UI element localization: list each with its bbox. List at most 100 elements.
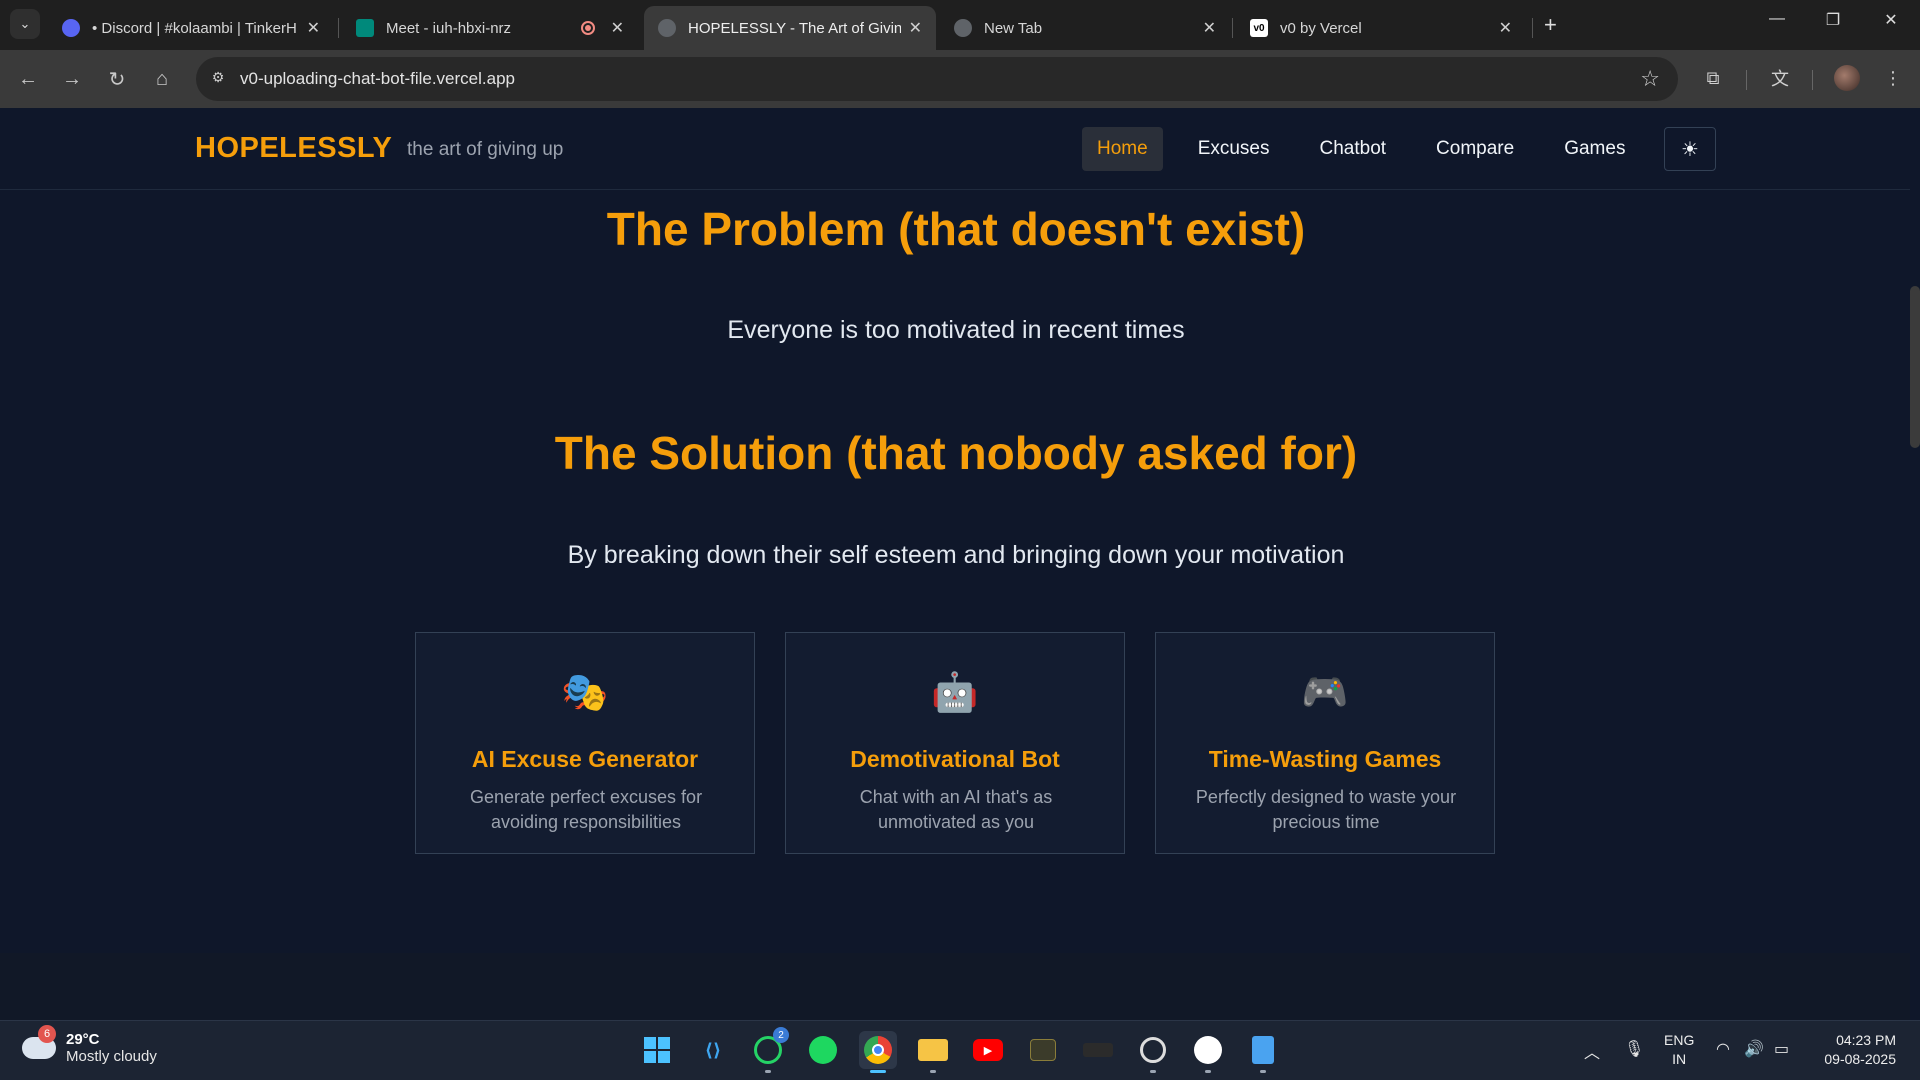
tab-meet[interactable]: Meet - iuh-hbxi-nrz ✕	[342, 6, 638, 50]
running-indicator	[870, 1070, 886, 1073]
language-indicator[interactable]: ENG IN	[1664, 1031, 1694, 1069]
site-header: HOPELESSLY the art of giving up Home Exc…	[0, 108, 1912, 190]
main-nav: Home Excuses Chatbot Compare Games	[1082, 127, 1660, 171]
toolbar-divider	[1746, 70, 1747, 90]
whatsapp-icon[interactable]: 2	[749, 1027, 789, 1073]
game-controller-icon: 🎮	[1301, 672, 1349, 714]
minimize-button[interactable]: —	[1762, 10, 1792, 28]
scrollbar-thumb[interactable]	[1910, 286, 1920, 448]
system-clock[interactable]: 04:23 PM 09-08-2025	[1812, 1031, 1896, 1069]
bookmark-star-icon[interactable]: ☆	[1640, 66, 1660, 92]
volume-icon[interactable]: 🔊	[1744, 1039, 1764, 1059]
extensions-icon[interactable]: ⧉	[1698, 63, 1728, 93]
github-icon[interactable]	[1189, 1031, 1227, 1073]
tab-v0[interactable]: v0 v0 by Vercel ✕	[1236, 6, 1526, 50]
address-bar[interactable]: ⚙ v0-uploading-chat-bot-file.vercel.app …	[196, 57, 1678, 101]
reload-button[interactable]: ↻	[103, 65, 131, 93]
region-code: IN	[1672, 1051, 1687, 1067]
tab-title: Meet - iuh-hbxi-nrz	[386, 19, 512, 37]
profile-avatar[interactable]	[1834, 65, 1860, 91]
clock-time: 04:23 PM	[1836, 1032, 1896, 1048]
close-tab-icon[interactable]: ✕	[1203, 18, 1216, 38]
restore-button[interactable]: ❐	[1818, 10, 1848, 30]
url-text[interactable]: v0-uploading-chat-bot-file.vercel.app	[240, 69, 515, 89]
nav-compare[interactable]: Compare	[1421, 127, 1529, 171]
weather-badge: 6	[38, 1025, 56, 1043]
card-title: Demotivational Bot	[850, 746, 1060, 772]
start-button[interactable]	[638, 1031, 676, 1069]
language-code: ENG	[1664, 1032, 1695, 1048]
browser-tab-strip: ⌄ • Discord | #kolaambi | TinkerH ✕ Meet…	[0, 0, 1920, 50]
notepad-icon[interactable]	[1244, 1031, 1282, 1073]
tab-search-button[interactable]: ⌄	[10, 9, 40, 39]
feature-card-bot[interactable]: 🤖 Demotivational Bot Chat with an AI tha…	[785, 632, 1125, 854]
chrome-taskbar-icon[interactable]	[859, 1031, 897, 1073]
card-description: Generate perfect excuses for avoiding re…	[469, 787, 703, 832]
site-tagline: the art of giving up	[407, 139, 564, 160]
tab-discord[interactable]: • Discord | #kolaambi | TinkerH ✕	[48, 6, 334, 50]
app-icon[interactable]	[1024, 1031, 1062, 1069]
browser-menu-icon[interactable]: ⋮	[1878, 63, 1908, 93]
vscode-icon[interactable]: ⟨⟩	[694, 1031, 732, 1069]
globe-icon	[658, 19, 676, 37]
toolbar-divider	[1812, 70, 1813, 90]
chatgpt-icon[interactable]	[1134, 1031, 1172, 1073]
nav-chatbot[interactable]: Chatbot	[1305, 127, 1402, 171]
temperature: 29°C	[66, 1031, 100, 1048]
new-tab-button[interactable]: +	[1544, 12, 1557, 38]
battery-icon[interactable]: ▭	[1774, 1039, 1789, 1059]
tab-divider	[1232, 18, 1233, 38]
feature-card-games[interactable]: 🎮 Time-Wasting Games Perfectly designed …	[1155, 632, 1495, 854]
weather-widget[interactable]: 6 29°C Mostly cloudy	[22, 1025, 157, 1065]
card-title: Time-Wasting Games	[1208, 746, 1442, 772]
close-tab-icon[interactable]: ✕	[611, 18, 624, 38]
whatsapp-badge: 2	[773, 1027, 789, 1043]
tab-title: v0 by Vercel	[1280, 19, 1362, 37]
windows-icon	[644, 1037, 670, 1063]
chevron-up-icon[interactable]: ︿	[1584, 1039, 1600, 1063]
nav-excuses[interactable]: Excuses	[1183, 127, 1285, 171]
spotify-icon[interactable]	[804, 1031, 842, 1069]
tab-divider	[1532, 18, 1533, 38]
recording-icon	[580, 21, 595, 35]
tab-new-tab[interactable]: New Tab ✕	[940, 6, 1230, 50]
theme-toggle-button[interactable]: ☀	[1664, 127, 1716, 171]
site-logo[interactable]: HOPELESSLY	[195, 132, 392, 165]
running-indicator	[765, 1070, 771, 1073]
browser-toolbar: ← → ↻ ⌂ ⚙ v0-uploading-chat-bot-file.ver…	[0, 50, 1920, 108]
youtube-icon[interactable]: ▶	[969, 1031, 1007, 1069]
card-title: AI Excuse Generator	[471, 746, 699, 772]
close-tab-icon[interactable]: ✕	[1499, 18, 1512, 38]
solution-heading: The Solution (that nobody asked for)	[554, 427, 1358, 479]
page-scrollbar[interactable]	[1910, 108, 1920, 1020]
running-indicator	[1260, 1070, 1266, 1073]
back-button[interactable]: ←	[14, 65, 42, 93]
tab-hopelessly[interactable]: HOPELESSLY - The Art of Giving ✕	[644, 6, 936, 50]
translate-icon[interactable]: 文	[1765, 63, 1795, 93]
nav-home[interactable]: Home	[1082, 127, 1163, 171]
forward-button[interactable]: →	[58, 65, 86, 93]
page-footer-band	[0, 953, 1912, 1020]
sun-icon: ☀	[1681, 138, 1699, 161]
tab-title: HOPELESSLY - The Art of Giving	[688, 19, 901, 37]
microphone-icon[interactable]: 🎙	[1624, 1039, 1644, 1059]
site-info-icon[interactable]: ⚙	[208, 69, 228, 89]
running-indicator	[930, 1070, 936, 1073]
college-app-icon[interactable]	[1079, 1031, 1117, 1069]
wifi-icon[interactable]: ◠	[1716, 1039, 1730, 1059]
close-window-button[interactable]: ✕	[1876, 10, 1906, 30]
web-page: HOPELESSLY the art of giving up Home Exc…	[0, 108, 1920, 1020]
card-description: Perfectly designed to waste your preciou…	[1195, 787, 1457, 832]
close-tab-icon[interactable]: ✕	[307, 18, 320, 38]
feature-card-excuse[interactable]: 🎭 AI Excuse Generator Generate perfect e…	[415, 632, 755, 854]
discord-icon	[62, 19, 80, 37]
chrome-icon	[954, 19, 972, 37]
home-icon[interactable]: ⌂	[148, 65, 176, 93]
file-explorer-icon[interactable]	[914, 1031, 952, 1073]
taskbar: 6 29°C Mostly cloudy ⟨⟩ 2 ▶ ︿ 🎙 ENG IN ◠…	[0, 1020, 1920, 1080]
close-tab-icon[interactable]: ✕	[909, 18, 922, 38]
nav-games[interactable]: Games	[1549, 127, 1640, 171]
tab-divider	[338, 18, 339, 38]
meet-icon	[356, 19, 374, 37]
theater-masks-icon: 🎭	[561, 672, 609, 714]
